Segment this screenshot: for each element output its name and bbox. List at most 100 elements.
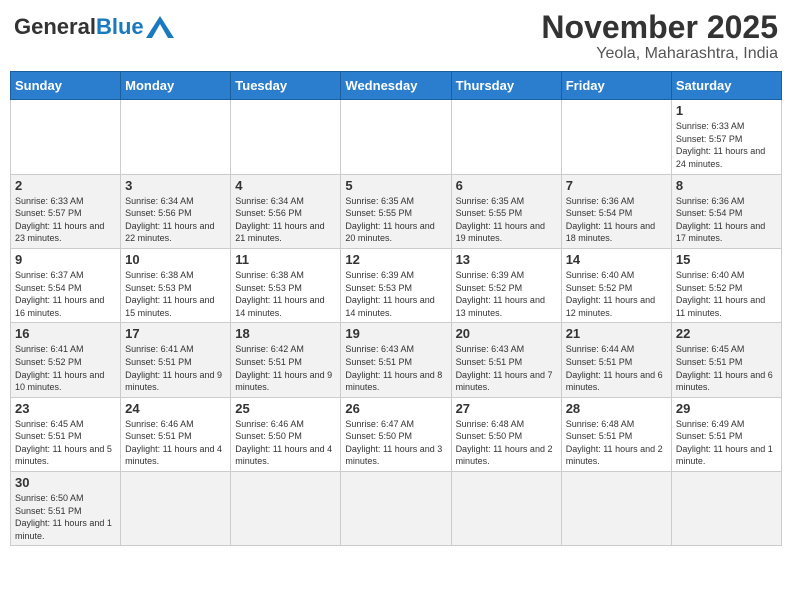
day-info: Sunrise: 6:46 AM Sunset: 5:50 PM Dayligh… <box>235 418 336 468</box>
day-info: Sunrise: 6:35 AM Sunset: 5:55 PM Dayligh… <box>345 195 446 245</box>
day-number: 19 <box>345 326 446 341</box>
calendar-cell: 16 Sunrise: 6:41 AM Sunset: 5:52 PM Dayli… <box>11 323 121 397</box>
day-number: 27 <box>456 401 557 416</box>
calendar-cell: 14 Sunrise: 6:40 AM Sunset: 5:52 PM Dayli… <box>561 248 671 322</box>
calendar-cell <box>561 472 671 546</box>
day-number: 12 <box>345 252 446 267</box>
day-number: 18 <box>235 326 336 341</box>
calendar-cell: 24 Sunrise: 6:46 AM Sunset: 5:51 PM Dayli… <box>121 397 231 471</box>
month-title: November 2025 <box>541 10 778 45</box>
day-info: Sunrise: 6:46 AM Sunset: 5:51 PM Dayligh… <box>125 418 226 468</box>
day-number: 9 <box>15 252 116 267</box>
day-info: Sunrise: 6:47 AM Sunset: 5:50 PM Dayligh… <box>345 418 446 468</box>
calendar-week-row: 2 Sunrise: 6:33 AM Sunset: 5:57 PM Daylig… <box>11 174 782 248</box>
calendar-cell: 23Sunrise: 6:45 AM Sunset: 5:51 PM Dayli… <box>11 397 121 471</box>
day-number: 7 <box>566 178 667 193</box>
calendar-cell: 21Sunrise: 6:44 AM Sunset: 5:51 PM Dayli… <box>561 323 671 397</box>
calendar: SundayMondayTuesdayWednesdayThursdayFrid… <box>10 71 782 546</box>
weekday-header: Wednesday <box>341 72 451 100</box>
day-number: 25 <box>235 401 336 416</box>
calendar-cell <box>231 472 341 546</box>
day-info: Sunrise: 6:49 AM Sunset: 5:51 PM Dayligh… <box>676 418 777 468</box>
calendar-week-row: 30Sunrise: 6:50 AM Sunset: 5:51 PM Dayli… <box>11 472 782 546</box>
calendar-cell: 3Sunrise: 6:34 AM Sunset: 5:56 PM Daylig… <box>121 174 231 248</box>
calendar-cell: 13 Sunrise: 6:39 AM Sunset: 5:52 PM Dayli… <box>451 248 561 322</box>
weekday-header: Saturday <box>671 72 781 100</box>
day-number: 23 <box>15 401 116 416</box>
day-info: Sunrise: 6:34 AM Sunset: 5:56 PM Dayligh… <box>235 195 336 245</box>
calendar-cell <box>561 100 671 174</box>
weekday-header: Tuesday <box>231 72 341 100</box>
day-info: Sunrise: 6:45 AM Sunset: 5:51 PM Dayligh… <box>676 343 777 393</box>
calendar-cell: 4 Sunrise: 6:34 AM Sunset: 5:56 PM Daylig… <box>231 174 341 248</box>
calendar-cell: 28Sunrise: 6:48 AM Sunset: 5:51 PM Dayli… <box>561 397 671 471</box>
calendar-week-row: 23Sunrise: 6:45 AM Sunset: 5:51 PM Dayli… <box>11 397 782 471</box>
calendar-cell: 29 Sunrise: 6:49 AM Sunset: 5:51 PM Dayli… <box>671 397 781 471</box>
calendar-cell: 26 Sunrise: 6:47 AM Sunset: 5:50 PM Dayli… <box>341 397 451 471</box>
day-number: 2 <box>15 178 116 193</box>
day-info: Sunrise: 6:43 AM Sunset: 5:51 PM Dayligh… <box>456 343 557 393</box>
day-info: Sunrise: 6:50 AM Sunset: 5:51 PM Dayligh… <box>15 492 116 542</box>
day-number: 5 <box>345 178 446 193</box>
calendar-cell <box>451 100 561 174</box>
calendar-cell: 9 Sunrise: 6:37 AM Sunset: 5:54 PM Daylig… <box>11 248 121 322</box>
day-number: 17 <box>125 326 226 341</box>
day-info: Sunrise: 6:33 AM Sunset: 5:57 PM Dayligh… <box>676 120 777 170</box>
day-info: Sunrise: 6:40 AM Sunset: 5:52 PM Dayligh… <box>566 269 667 319</box>
day-number: 24 <box>125 401 226 416</box>
day-number: 28 <box>566 401 667 416</box>
day-number: 15 <box>676 252 777 267</box>
calendar-cell: 1Sunrise: 6:33 AM Sunset: 5:57 PM Daylig… <box>671 100 781 174</box>
day-info: Sunrise: 6:39 AM Sunset: 5:52 PM Dayligh… <box>456 269 557 319</box>
day-number: 13 <box>456 252 557 267</box>
day-number: 16 <box>15 326 116 341</box>
logo-blue-text: Blue <box>96 14 144 40</box>
day-number: 4 <box>235 178 336 193</box>
calendar-cell <box>11 100 121 174</box>
day-info: Sunrise: 6:33 AM Sunset: 5:57 PM Dayligh… <box>15 195 116 245</box>
day-info: Sunrise: 6:41 AM Sunset: 5:52 PM Dayligh… <box>15 343 116 393</box>
day-info: Sunrise: 6:38 AM Sunset: 5:53 PM Dayligh… <box>125 269 226 319</box>
day-number: 21 <box>566 326 667 341</box>
day-info: Sunrise: 6:39 AM Sunset: 5:53 PM Dayligh… <box>345 269 446 319</box>
calendar-cell: 27 Sunrise: 6:48 AM Sunset: 5:50 PM Dayli… <box>451 397 561 471</box>
weekday-header: Sunday <box>11 72 121 100</box>
calendar-cell: 18Sunrise: 6:42 AM Sunset: 5:51 PM Dayli… <box>231 323 341 397</box>
day-info: Sunrise: 6:43 AM Sunset: 5:51 PM Dayligh… <box>345 343 446 393</box>
calendar-cell: 20Sunrise: 6:43 AM Sunset: 5:51 PM Dayli… <box>451 323 561 397</box>
calendar-cell: 30Sunrise: 6:50 AM Sunset: 5:51 PM Dayli… <box>11 472 121 546</box>
calendar-cell: 7Sunrise: 6:36 AM Sunset: 5:54 PM Daylig… <box>561 174 671 248</box>
logo-general-text: General <box>14 14 96 40</box>
calendar-week-row: 1Sunrise: 6:33 AM Sunset: 5:57 PM Daylig… <box>11 100 782 174</box>
day-number: 29 <box>676 401 777 416</box>
calendar-cell: 10Sunrise: 6:38 AM Sunset: 5:53 PM Dayli… <box>121 248 231 322</box>
weekday-header: Thursday <box>451 72 561 100</box>
calendar-week-row: 9 Sunrise: 6:37 AM Sunset: 5:54 PM Daylig… <box>11 248 782 322</box>
location-title: Yeola, Maharashtra, India <box>541 45 778 63</box>
day-info: Sunrise: 6:41 AM Sunset: 5:51 PM Dayligh… <box>125 343 226 393</box>
day-number: 26 <box>345 401 446 416</box>
day-info: Sunrise: 6:40 AM Sunset: 5:52 PM Dayligh… <box>676 269 777 319</box>
calendar-cell <box>451 472 561 546</box>
day-info: Sunrise: 6:37 AM Sunset: 5:54 PM Dayligh… <box>15 269 116 319</box>
day-info: Sunrise: 6:35 AM Sunset: 5:55 PM Dayligh… <box>456 195 557 245</box>
day-number: 22 <box>676 326 777 341</box>
calendar-cell: 8Sunrise: 6:36 AM Sunset: 5:54 PM Daylig… <box>671 174 781 248</box>
day-info: Sunrise: 6:48 AM Sunset: 5:50 PM Dayligh… <box>456 418 557 468</box>
weekday-header: Monday <box>121 72 231 100</box>
calendar-cell: 22 Sunrise: 6:45 AM Sunset: 5:51 PM Dayli… <box>671 323 781 397</box>
day-info: Sunrise: 6:34 AM Sunset: 5:56 PM Dayligh… <box>125 195 226 245</box>
day-number: 11 <box>235 252 336 267</box>
logo: General Blue <box>14 10 174 40</box>
calendar-cell <box>341 472 451 546</box>
calendar-cell <box>671 472 781 546</box>
calendar-cell: 5 Sunrise: 6:35 AM Sunset: 5:55 PM Daylig… <box>341 174 451 248</box>
weekday-header: Friday <box>561 72 671 100</box>
day-info: Sunrise: 6:38 AM Sunset: 5:53 PM Dayligh… <box>235 269 336 319</box>
calendar-cell: 2 Sunrise: 6:33 AM Sunset: 5:57 PM Daylig… <box>11 174 121 248</box>
calendar-cell: 6Sunrise: 6:35 AM Sunset: 5:55 PM Daylig… <box>451 174 561 248</box>
calendar-cell: 12 Sunrise: 6:39 AM Sunset: 5:53 PM Dayli… <box>341 248 451 322</box>
calendar-cell <box>341 100 451 174</box>
day-info: Sunrise: 6:36 AM Sunset: 5:54 PM Dayligh… <box>676 195 777 245</box>
day-number: 14 <box>566 252 667 267</box>
